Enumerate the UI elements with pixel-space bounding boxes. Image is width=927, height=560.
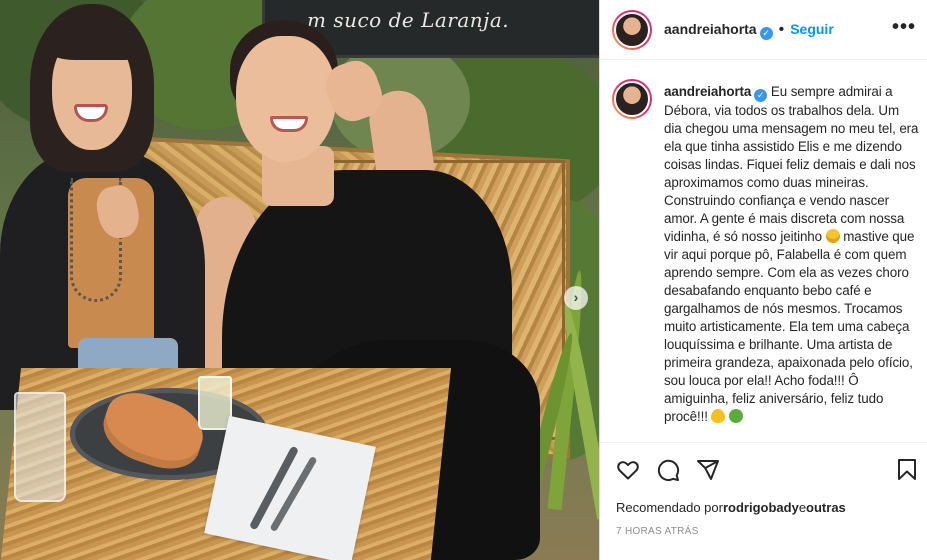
save-bookmark-icon[interactable] [896,458,918,482]
liked-by-text: Recomendado porrodrigobadyeoutras [616,500,846,515]
person-bangs [46,20,142,60]
separator-dot: • [778,21,785,38]
liked-others-link[interactable]: outras [806,500,846,515]
post-sidebar: aandreiahorta ✓ • Seguir ••• aandreiahorta ✓… [599,0,927,560]
caption-text: mastive que vir aqui porque pô, Falabell… [664,229,915,424]
water-glass [14,392,66,502]
chalkboard-text: m suco de Laranja. [307,8,510,32]
post-timestamp[interactable]: 7 HORAS ATRÁS [616,526,699,537]
yellow-heart-emoji-icon [711,409,726,423]
more-options-icon[interactable]: ••• [892,16,916,39]
verified-badge-icon: ✓ [754,89,768,102]
post-actions [600,452,927,492]
liked-conjunction: e [798,500,807,515]
comment-icon[interactable] [656,458,680,482]
verified-badge-icon: ✓ [759,27,773,40]
grinning-sweat-emoji-icon [825,229,840,243]
caption-username-link[interactable]: aandreiahorta [664,84,751,99]
comments-area[interactable]: aandreiahorta ✓ Eu sempre admirai a Débor… [600,61,927,443]
username-link[interactable]: aandreiahorta [664,21,757,37]
liked-prefix: Recomendado por [616,500,723,515]
liked-user-link[interactable]: rodrigobady [723,500,799,515]
post-caption: aandreiahorta ✓ Eu sempre admirai a Débor… [664,83,920,426]
post-header: aandreiahorta ✓ • Seguir ••• [600,0,927,60]
like-heart-icon[interactable] [616,458,640,482]
four-leaf-clover-emoji-icon [729,409,744,423]
header-user: aandreiahorta ✓ • Seguir [664,21,834,40]
person-face [236,36,336,162]
follow-button[interactable]: Seguir [790,21,834,37]
caption-text: Eu sempre admirai a Débora, via todos os… [664,84,919,244]
next-photo-button[interactable]: › [564,286,588,310]
share-send-icon[interactable] [696,458,720,482]
avatar[interactable] [612,79,652,119]
post-photo[interactable]: m suco de Laranja. › [0,0,599,560]
avatar[interactable] [612,10,652,50]
